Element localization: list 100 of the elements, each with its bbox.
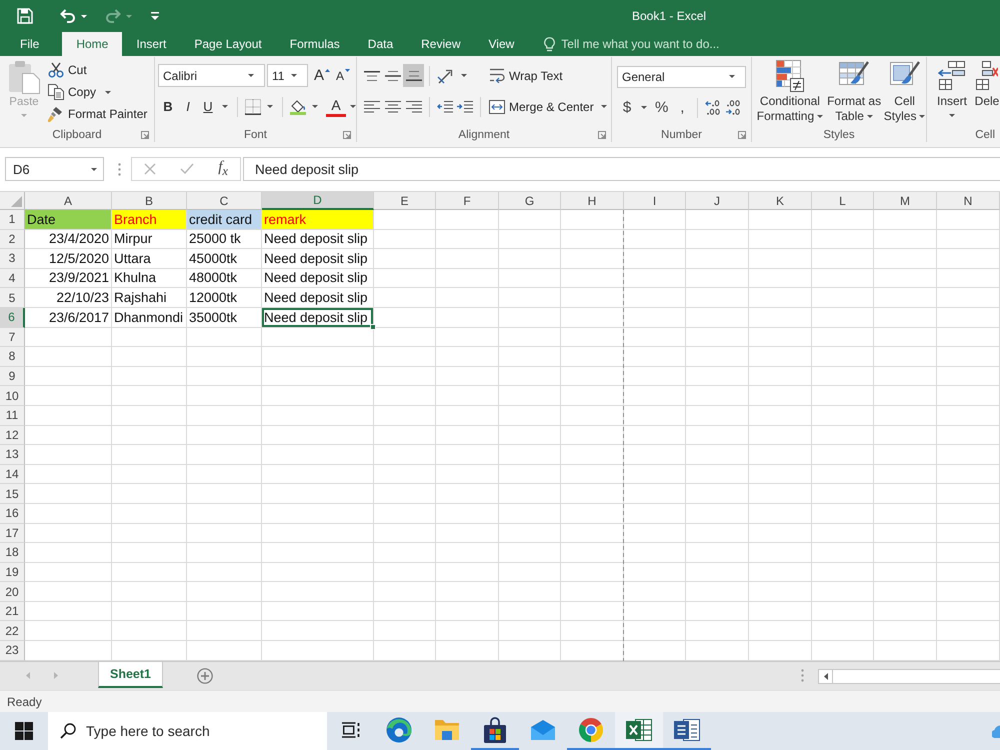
ribbon-tab[interactable]: File [6,32,54,56]
caret-icon[interactable] [222,105,228,108]
row-header[interactable]: 20 [0,582,25,602]
column-header[interactable]: M [874,192,937,210]
sheet-tab[interactable]: Sheet1 [98,662,163,688]
column-header[interactable]: D [262,192,374,210]
sheet-cell [499,210,561,230]
bold-button[interactable]: B [158,96,178,118]
delete-cells-button[interactable]: Dele [974,60,1000,109]
envelope-icon [531,720,555,740]
row-header[interactable]: 23 [0,641,25,661]
caret-icon[interactable] [312,105,318,108]
sheet-cell [749,562,812,582]
font-color-button[interactable]: A [326,96,346,116]
column-header[interactable]: I [624,192,686,210]
ribbon-tab[interactable]: Formulas [276,32,354,56]
grow-font-button[interactable]: A [311,64,334,86]
ribbon-tab[interactable]: Home [62,32,122,56]
cut-button[interactable]: Cut [45,59,150,81]
row-header[interactable]: 13 [0,445,25,465]
font-name-box[interactable]: Calibri [158,64,265,87]
row-header[interactable]: 12 [0,426,25,446]
column-header[interactable]: C [187,192,262,210]
row-header[interactable]: 4 [0,268,25,288]
ribbon-tab[interactable]: Page Layout [180,32,276,56]
number-format-box[interactable]: General [617,66,746,88]
column-header[interactable]: E [374,192,436,210]
row-header[interactable]: 15 [0,484,25,504]
dialog-launcher-icon[interactable] [343,130,351,138]
wrap-text-button[interactable]: Wrap Text [486,64,566,87]
row-header[interactable]: 21 [0,602,25,622]
sheet-cell: Need deposit slip [262,268,374,288]
sheet-cell [686,504,749,524]
align-bottom-button[interactable] [403,64,424,87]
row-header[interactable]: 8 [0,347,25,367]
sheet-cell [374,249,436,269]
ribbon-tab[interactable]: Data [354,32,408,56]
caret-icon[interactable] [461,74,467,77]
row-header[interactable]: 18 [0,543,25,563]
ribbon-tab[interactable]: Insert [122,32,180,56]
name-box[interactable]: D6 [5,157,104,181]
comma-style-button[interactable]: , [672,96,692,118]
currency-button[interactable]: $ [617,96,637,118]
insert-cells-button[interactable]: Insert [930,60,974,117]
row-header[interactable]: 5 [0,288,25,308]
plus-circle-icon[interactable] [197,668,213,684]
sheet-cell [436,347,499,367]
caret-icon[interactable] [641,106,647,109]
merge-center-button[interactable]: Merge & Center [486,95,597,118]
row-header[interactable]: 6 [0,308,25,328]
row-header[interactable]: 19 [0,562,25,582]
column-header[interactable]: F [436,192,499,210]
search-field[interactable]: Type here to search [48,712,327,750]
copy-button[interactable]: Copy [45,81,150,103]
caret-icon[interactable] [350,105,356,108]
formula-input[interactable]: Need deposit slip [243,157,1000,181]
vertical-dots-icon[interactable] [118,163,121,176]
percent-button[interactable]: % [651,96,672,118]
caret-icon[interactable] [267,105,273,108]
row-header[interactable]: 14 [0,464,25,484]
row-header[interactable]: 11 [0,406,25,426]
ribbon-tab[interactable]: Review [407,32,474,56]
tell-me-field[interactable]: Tell me what you want to do... [561,37,762,51]
caret-icon[interactable] [600,105,607,108]
row-header[interactable]: 3 [0,249,25,269]
font-size-box[interactable]: 11 [267,64,308,87]
row-header[interactable]: 9 [0,366,25,386]
row-header[interactable]: 17 [0,524,25,544]
column-header[interactable]: H [561,192,624,210]
column-header[interactable]: L [812,192,874,210]
column-header[interactable]: J [686,192,749,210]
format-painter-button[interactable]: Format Painter [45,103,150,125]
format-as-table-button[interactable]: Format as Table [826,60,882,124]
shrink-font-button[interactable]: A [333,64,354,86]
column-header[interactable]: B [112,192,187,210]
dialog-launcher-icon[interactable] [141,130,149,138]
taskbar-button[interactable] [615,712,663,750]
underline-button[interactable]: U [198,96,218,118]
row-header[interactable]: 7 [0,328,25,348]
column-header[interactable]: G [499,192,561,210]
italic-button[interactable]: I [178,96,198,118]
ribbon-tab[interactable]: View [474,32,528,56]
horizontal-scrollbar[interactable] [818,669,1000,684]
row-header[interactable]: 16 [0,504,25,524]
dialog-launcher-icon[interactable] [738,130,746,138]
row-header[interactable]: 1 [0,210,25,230]
dialog-launcher-icon[interactable] [598,130,606,138]
column-header[interactable]: N [937,192,1000,210]
row-header[interactable]: 2 [0,230,25,250]
vertical-dots-icon[interactable] [801,669,804,682]
row-header[interactable]: 10 [0,386,25,406]
row-header[interactable]: 22 [0,621,25,642]
check-icon[interactable] [180,163,194,175]
insert-function-button[interactable]: f$_{x}$ [218,160,228,178]
column-header[interactable]: K [749,192,812,210]
fill-handle[interactable] [370,324,376,330]
conditional-formatting-button[interactable]: Conditional Formatting [755,60,825,124]
sheet-cell: 25000 tk [187,230,262,250]
column-header[interactable]: A [25,192,112,210]
cell-styles-button[interactable]: Cell Styles [883,60,926,124]
